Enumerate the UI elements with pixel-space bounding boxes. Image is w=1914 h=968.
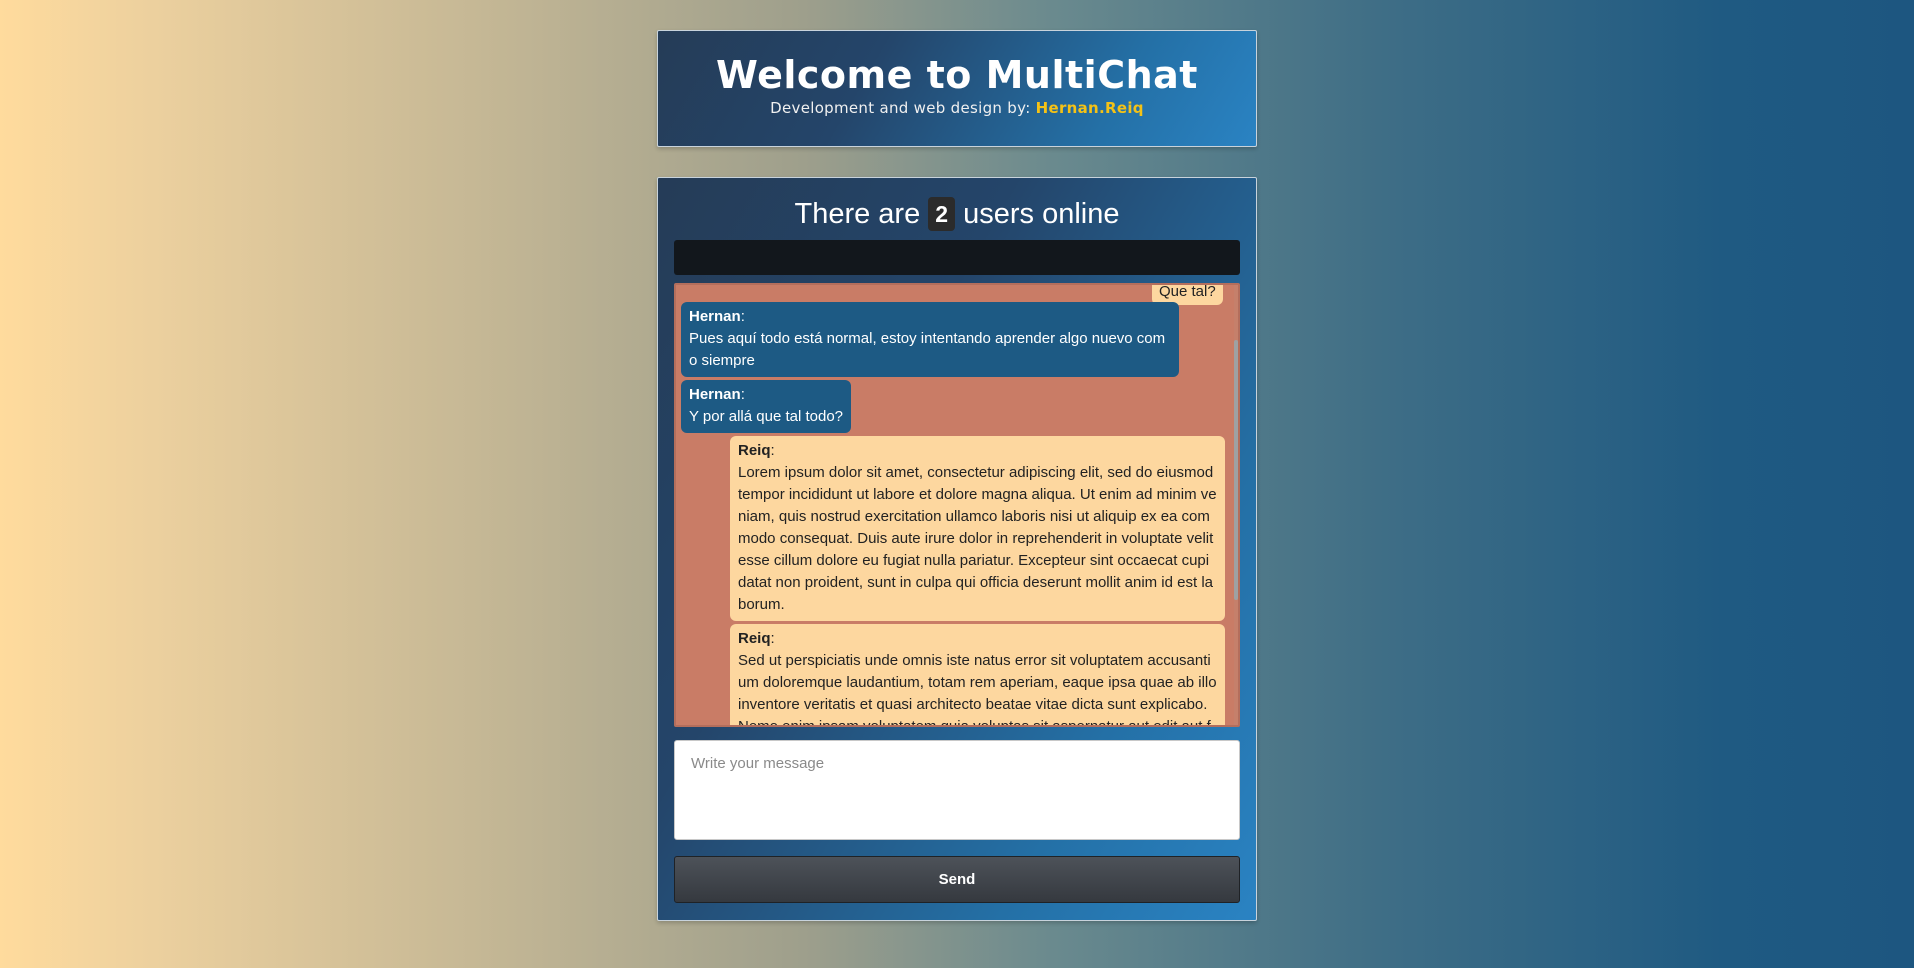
header-panel: Welcome to MultiChat Development and web… (657, 30, 1257, 147)
message-separator: : (740, 386, 745, 403)
message-author: Reiq (738, 630, 771, 647)
chat-panel: There are 2 users online Que tal? Hernan… (657, 177, 1257, 921)
message-bubble: Reiq: Sed ut perspiciatis unde omnis ist… (730, 624, 1225, 727)
message-separator: : (740, 308, 745, 325)
message-bubble: Hernan: Y por allá que tal todo? (681, 380, 852, 433)
author-name: Hernan.Reiq (1035, 99, 1144, 117)
messages-scrollbar[interactable] (1234, 285, 1238, 725)
message-text: Sed ut perspiciatis unde omnis iste natu… (738, 652, 1217, 727)
subtitle-prefix: Development and web design by: (770, 99, 1036, 117)
online-prefix: There are (794, 198, 921, 230)
send-button[interactable]: Send (674, 856, 1240, 903)
message-input[interactable] (674, 740, 1240, 840)
scrollbar-thumb[interactable] (1234, 340, 1238, 600)
messages-container[interactable]: Que tal? Hernan: Pues aquí todo está nor… (674, 283, 1240, 727)
message-bubble: Reiq: Lorem ipsum dolor sit amet, consec… (730, 436, 1225, 621)
message-text: Que tal? (1159, 283, 1216, 300)
message-separator: : (770, 630, 775, 647)
app-subtitle: Development and web design by: Hernan.Re… (658, 99, 1256, 117)
message-text: Pues aquí todo está normal, estoy intent… (689, 330, 1166, 369)
message-bubble: Hernan: Pues aquí todo está normal, esto… (681, 302, 1179, 377)
typing-indicator-bar (674, 240, 1240, 275)
message-text: Lorem ipsum dolor sit amet, consectetur … (738, 464, 1217, 613)
online-status: There are 2 users online (658, 196, 1256, 232)
online-count-badge: 2 (928, 197, 956, 231)
message-author: Hernan (689, 308, 741, 325)
message-text: Y por allá que tal todo? (689, 408, 844, 425)
message-separator: : (770, 442, 775, 459)
app-title: Welcome to MultiChat (716, 53, 1198, 97)
message-author: Hernan (689, 386, 741, 403)
message-author: Reiq (738, 442, 771, 459)
online-suffix: users online (963, 198, 1120, 230)
